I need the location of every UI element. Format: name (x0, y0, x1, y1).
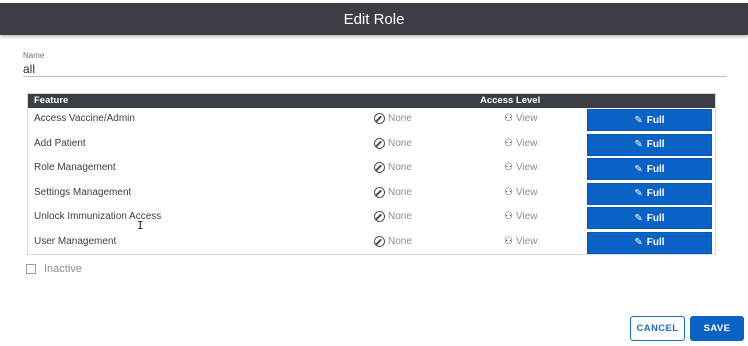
cancel-button[interactable]: CANCEL (630, 316, 685, 341)
full-label: Full (646, 163, 665, 175)
none-label: None (388, 113, 412, 124)
none-option[interactable]: None (374, 186, 412, 198)
full-label: Full (646, 114, 665, 126)
feature-label: Add Patient (34, 137, 86, 149)
inactive-checkbox[interactable] (26, 264, 36, 274)
none-label: None (388, 235, 412, 247)
ban-icon (374, 186, 385, 198)
name-field-label: Name (23, 51, 45, 60)
ban-icon (374, 113, 385, 124)
view-label: View (515, 186, 538, 198)
binoculars-icon: ⚇ (504, 211, 513, 222)
text-cursor-icon: I (137, 219, 144, 232)
feature-label: User Management (34, 235, 117, 247)
view-option[interactable]: ⚇ View (504, 211, 537, 222)
full-label: Full (646, 212, 665, 224)
pencil-icon: ✎ (634, 163, 643, 175)
binoculars-icon: ⚇ (504, 137, 513, 149)
name-field-value[interactable]: all (23, 62, 35, 76)
full-label: Full (646, 237, 665, 248)
pencil-icon: ✎ (634, 212, 643, 224)
table-row: Settings Management None ⚇ View ✎ Full (28, 182, 715, 206)
binoculars-icon: ⚇ (504, 113, 513, 124)
table-row: Role Management None ⚇ View ✎ Full (28, 157, 715, 181)
full-option[interactable]: ✎ Full (587, 158, 712, 180)
full-label: Full (646, 188, 665, 199)
dialog-header: Edit Role (0, 3, 748, 35)
view-label: View (515, 137, 538, 149)
table-row: Add Patient None ⚇ View ✎ Full (28, 133, 715, 157)
pencil-icon: ✎ (634, 237, 643, 248)
view-label: View (515, 113, 538, 124)
pencil-icon: ✎ (634, 139, 643, 150)
view-label: View (515, 211, 538, 222)
view-option[interactable]: ⚇ View (504, 236, 537, 247)
view-option[interactable]: ⚇ View (504, 138, 537, 149)
ban-icon (374, 235, 385, 247)
none-label: None (388, 186, 412, 198)
pencil-icon: ✎ (634, 114, 643, 126)
feature-label: Settings Management (34, 186, 132, 198)
feature-label: Role Management (34, 162, 116, 173)
none-label: None (388, 211, 412, 222)
table-row: Unlock Immunization Access None ⚇ View ✎ F… (28, 206, 715, 230)
view-option[interactable]: ⚇ View (504, 162, 537, 173)
full-label: Full (646, 139, 665, 150)
table-row: User Management None ⚇ View ✎ Full (28, 231, 715, 255)
edit-role-dialog: Edit Role Name all Feature Access Level … (0, 0, 748, 346)
binoculars-icon: ⚇ (504, 186, 513, 198)
full-option[interactable]: ✎ Full (587, 182, 712, 205)
none-option[interactable]: None (374, 235, 412, 247)
column-header-access-level: Access Level (480, 95, 541, 106)
none-option[interactable]: None (374, 162, 412, 173)
none-label: None (388, 137, 412, 149)
column-header-feature: Feature (34, 95, 69, 106)
save-button[interactable]: SAVE (690, 316, 744, 341)
name-field[interactable]: Name all (23, 51, 726, 77)
access-table: Feature Access Level Access Vaccine/Admi… (27, 93, 716, 255)
view-label: View (515, 235, 538, 247)
ban-icon (374, 211, 385, 222)
view-option[interactable]: ⚇ View (504, 187, 537, 198)
none-option[interactable]: None (374, 137, 412, 149)
view-label: View (515, 162, 538, 173)
inactive-toggle[interactable]: Inactive (26, 263, 82, 275)
none-option[interactable]: None (374, 211, 412, 222)
table-header: Feature Access Level (28, 94, 715, 108)
binoculars-icon: ⚇ (504, 162, 513, 173)
ban-icon (374, 137, 385, 149)
full-option[interactable]: ✎ Full (587, 231, 712, 254)
inactive-label: Inactive (44, 263, 82, 275)
none-label: None (388, 162, 412, 173)
ban-icon (374, 162, 385, 173)
none-option[interactable]: None (374, 113, 412, 124)
dialog-title: Edit Role (343, 10, 405, 28)
full-option[interactable]: ✎ Full (587, 207, 712, 229)
full-option[interactable]: ✎ Full (587, 109, 712, 131)
binoculars-icon: ⚇ (504, 235, 513, 247)
pencil-icon: ✎ (634, 188, 643, 199)
full-option[interactable]: ✎ Full (587, 133, 712, 156)
view-option[interactable]: ⚇ View (504, 113, 537, 124)
table-row: Access Vaccine/Admin None ⚇ View ✎ Full (28, 108, 715, 132)
feature-label: Access Vaccine/Admin (34, 113, 135, 124)
